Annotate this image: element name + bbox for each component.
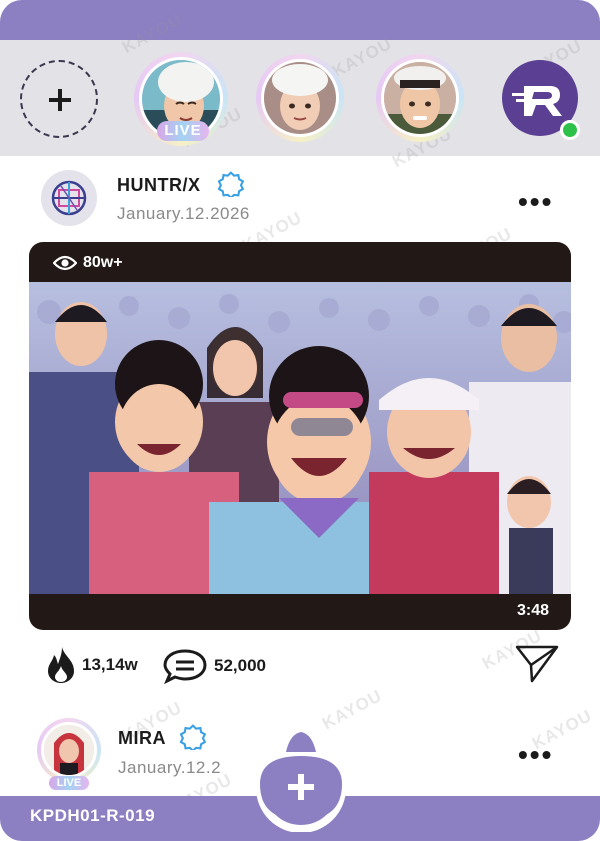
verified-icon — [180, 724, 206, 750]
flame-icon — [48, 647, 74, 683]
story-avatar[interactable] — [256, 54, 344, 142]
add-story-button[interactable] — [20, 60, 98, 138]
view-count: 80w+ — [53, 254, 123, 272]
eye-icon — [53, 255, 77, 271]
next-post-username[interactable]: MIRA — [118, 728, 166, 749]
post-date: January.12.2026 — [117, 204, 250, 223]
story-avatar[interactable] — [376, 54, 464, 142]
comment-icon — [163, 649, 207, 684]
plus-icon — [49, 89, 71, 111]
live-badge: LIVE — [157, 121, 209, 141]
create-post-button[interactable] — [256, 722, 346, 832]
share-icon[interactable] — [514, 644, 560, 684]
story-avatar-image — [261, 59, 339, 137]
huntrx-avatar[interactable] — [41, 170, 97, 226]
online-status-dot — [560, 120, 580, 140]
like-count: 13,14w — [82, 655, 138, 674]
live-badge: LIVE — [49, 776, 89, 790]
comment-count: 52,000 — [214, 656, 266, 675]
huntrx-logo-icon — [51, 180, 87, 216]
mira-avatar[interactable] — [37, 718, 101, 782]
post-username[interactable]: HUNTR/X — [117, 175, 201, 196]
verified-icon — [218, 171, 244, 197]
comment-stat[interactable]: 52,000 — [162, 648, 266, 684]
top-band — [0, 0, 600, 40]
card-code: KPDH01-R-019 — [30, 806, 156, 825]
more-options-button[interactable]: ••• — [518, 188, 553, 216]
next-post-date: January.12.2 — [118, 758, 222, 777]
mira-avatar-image — [41, 722, 97, 778]
video-duration: 3:48 — [516, 602, 549, 619]
story-avatar-image — [381, 59, 459, 137]
like-stat[interactable]: 13,14w — [46, 646, 138, 684]
more-options-button[interactable]: ••• — [518, 741, 553, 769]
collectible-card: KAYOU KAYOU KAYOU KAYOU KAYOU KAYOU KAYO… — [0, 0, 600, 841]
video-player[interactable]: 80w+ 3:48 — [29, 242, 571, 630]
view-count-value: 80w+ — [83, 254, 123, 271]
video-thumbnail — [29, 282, 571, 594]
